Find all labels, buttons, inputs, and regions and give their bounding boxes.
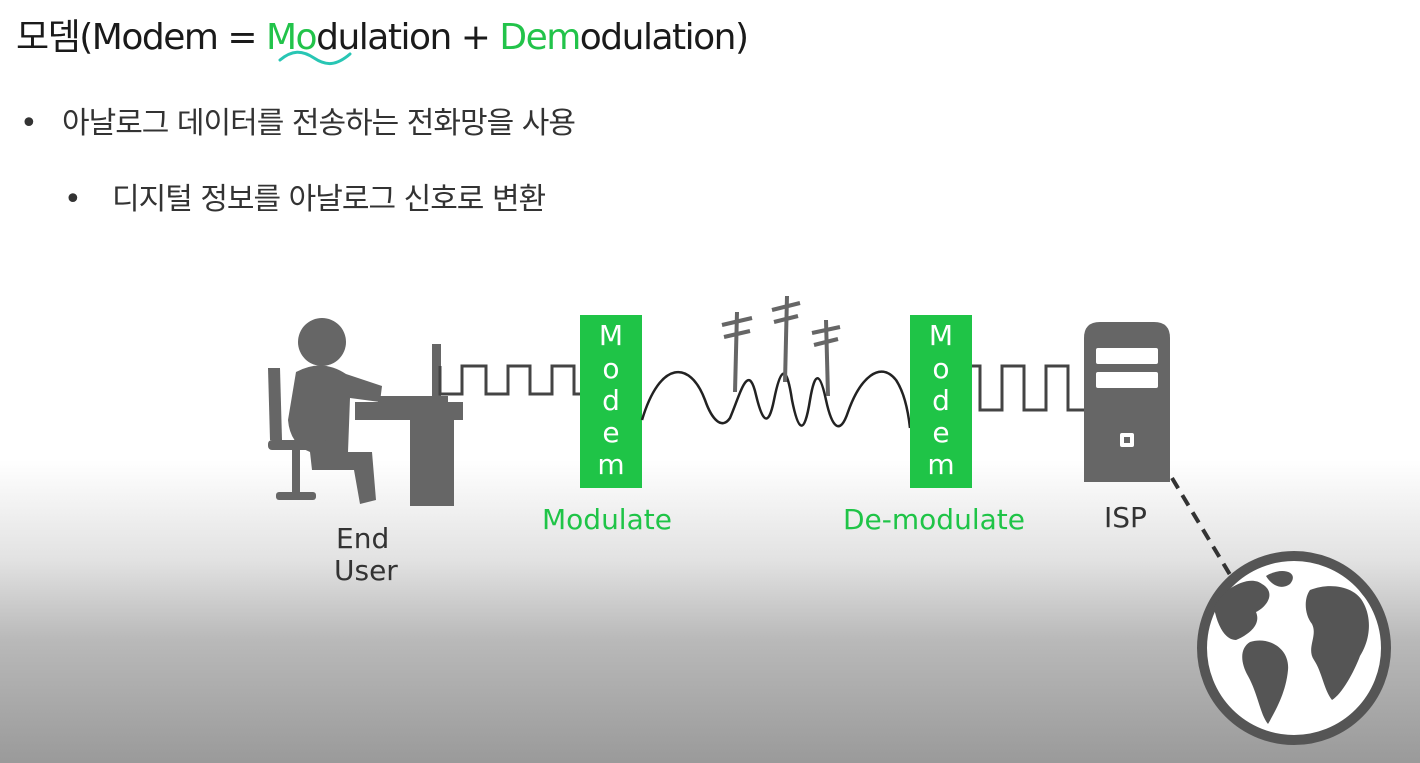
modem-right-letter-2: o — [932, 352, 949, 385]
analog-signal — [640, 370, 912, 429]
globe-icon — [1197, 551, 1391, 745]
modem-left-letter-2: o — [602, 352, 619, 385]
modem-left-letter-5: m — [597, 448, 624, 481]
modem-left-letter-1: M — [599, 319, 623, 352]
utility-pole-icon — [721, 295, 841, 397]
dashed-connector — [1170, 476, 1234, 580]
modulate-label: Modulate — [542, 503, 672, 536]
modem-right-letter-5: m — [927, 448, 954, 481]
person-at-desk-icon — [268, 318, 463, 506]
modem-left-letter-3: d — [602, 384, 620, 417]
modem-left-letter-4: e — [602, 416, 619, 449]
modem-right-letter-3: d — [932, 384, 950, 417]
modem-right-letter-4: e — [932, 416, 949, 449]
end-user-label-line1: End — [336, 522, 389, 555]
digital-signal-left — [438, 364, 580, 396]
demodulate-label: De-modulate — [843, 503, 1025, 536]
modem-right-letter-1: M — [929, 319, 953, 352]
end-user-label-line2: User — [334, 554, 398, 587]
server-icon — [1084, 322, 1170, 482]
modem-diagram: M o d e m M o d e m End User Modulate De… — [268, 295, 1391, 745]
digital-signal-right — [972, 364, 1084, 412]
isp-label: ISP — [1104, 501, 1147, 534]
